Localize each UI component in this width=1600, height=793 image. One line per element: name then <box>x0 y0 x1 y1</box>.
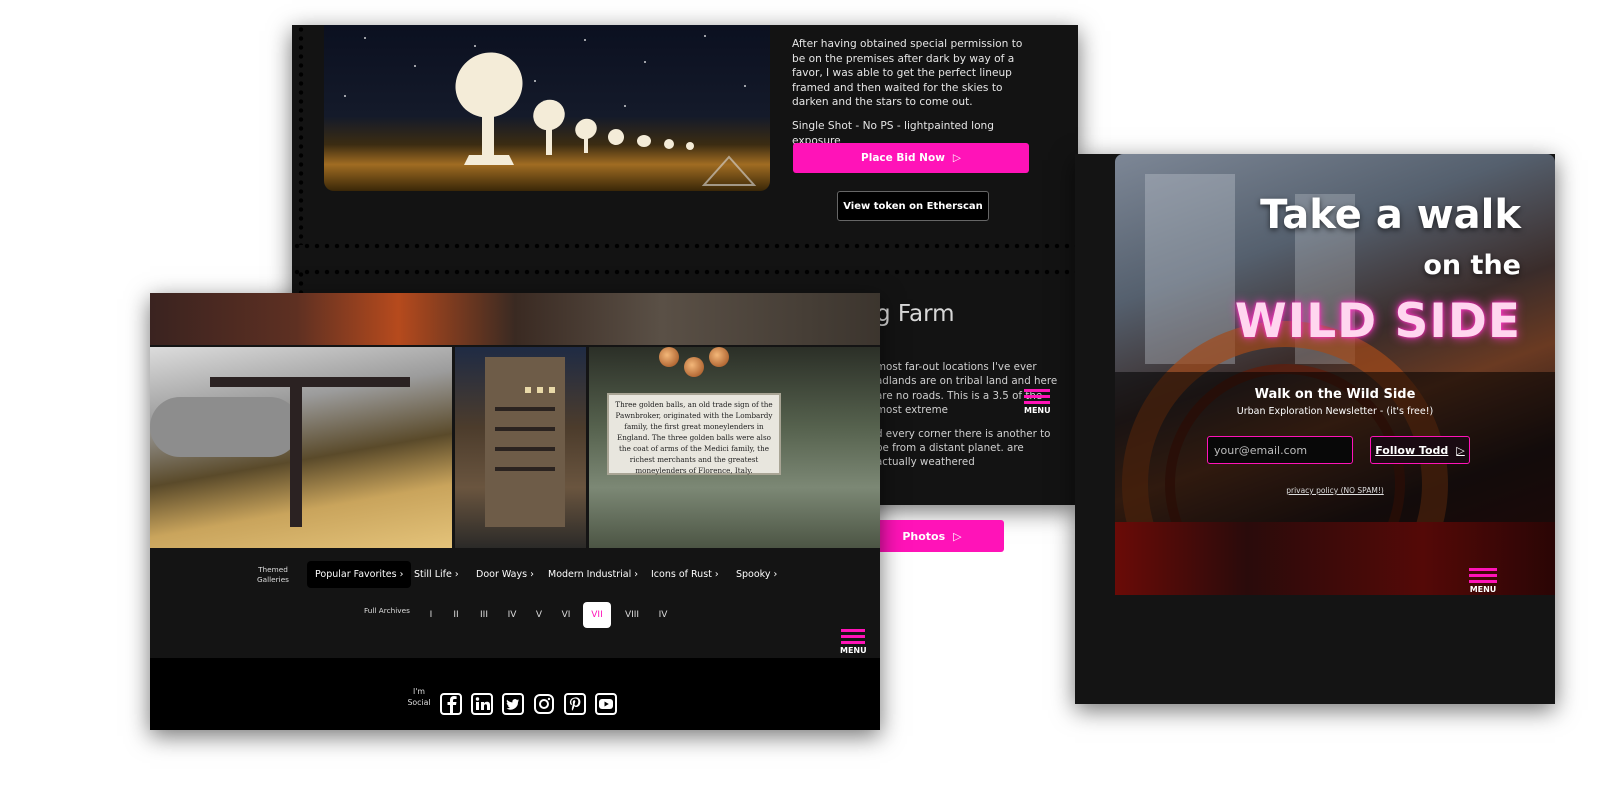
headline-line-1: Take a walk <box>1260 192 1521 238</box>
film-perforation-row <box>292 243 1078 249</box>
linkedin-icon[interactable] <box>471 693 493 715</box>
place-bid-button[interactable]: Place Bid Now ▷ <box>793 143 1029 173</box>
headline-line-3: WILD SIDE <box>1234 294 1521 349</box>
gallery-icons-of-rust[interactable]: Icons of Rust › <box>643 561 727 588</box>
hamburger-icon <box>1469 568 1497 586</box>
description-paragraph: After having obtained special permission… <box>792 38 1023 109</box>
building-photo[interactable] <box>455 347 586 548</box>
menu-button[interactable]: MENU <box>1024 389 1051 415</box>
place-bid-label: Place Bid Now <box>861 152 945 164</box>
archive-page-7[interactable]: VII <box>583 602 611 628</box>
golden-ball <box>684 357 704 377</box>
newsletter-subtitle: Urban Exploration Newsletter - (it's fre… <box>1236 406 1434 417</box>
hamburger-icon <box>841 629 866 647</box>
wild-side-hero: Take a walk on the WILD SIDE Walk on the… <box>1115 154 1555 595</box>
radio-dishes <box>455 52 757 186</box>
privacy-link[interactable]: privacy policy (NO SPAM!) <box>1115 486 1555 495</box>
building-shape <box>485 357 565 527</box>
archive-page-3[interactable]: III <box>472 602 496 628</box>
tank-shape <box>150 377 410 527</box>
gallery-door-ways[interactable]: Door Ways › <box>468 561 542 588</box>
themed-label-line: Themed <box>258 565 288 574</box>
golden-ball <box>659 347 679 367</box>
play-arrow-icon: ▷ <box>952 152 961 164</box>
email-field[interactable]: your@email.com <box>1207 436 1353 464</box>
menu-button[interactable]: MENU <box>1469 568 1497 594</box>
social-label-line: Social <box>407 698 431 707</box>
radio-telescope-photo <box>324 25 770 191</box>
pawnbroker-sign-photo[interactable]: Three golden balls, an old trade sign of… <box>589 347 880 548</box>
play-arrow-icon: ▷ <box>1456 443 1465 457</box>
social-label-line: I'm <box>412 687 426 696</box>
farm-section-title: g Farm <box>876 301 955 327</box>
farm-description: most far-out locations I've ever adlands… <box>876 360 1066 479</box>
play-arrow-icon: ▷ <box>953 529 962 543</box>
follow-button[interactable]: Follow Todd ▷ <box>1370 436 1470 464</box>
headline-line-2: on the <box>1423 250 1521 281</box>
film-perforation <box>298 25 304 245</box>
menu-label: MENU <box>840 646 867 655</box>
archive-page-6[interactable]: VI <box>554 602 578 628</box>
gallery-still-life[interactable]: Still Life › <box>406 561 467 588</box>
galleries-window: Three golden balls, an old trade sign of… <box>150 293 880 730</box>
auction-description: After having obtained special permission… <box>792 37 1028 157</box>
instagram-icon[interactable] <box>533 693 555 715</box>
newsletter-window: Take a walk on the WILD SIDE Walk on the… <box>1075 154 1555 704</box>
themed-galleries-label: Themed Galleries <box>253 565 293 585</box>
farm-paragraph: d every corner there is another to be fr… <box>876 427 1051 469</box>
social-label: I'm Social <box>406 686 432 708</box>
social-footer: I'm Social <box>150 658 880 730</box>
pinterest-icon[interactable] <box>564 693 586 715</box>
gallery-popular-favorites[interactable]: Popular Favorites › <box>307 561 412 588</box>
twitter-icon[interactable] <box>502 693 524 715</box>
film-perforation-row <box>292 269 1078 275</box>
facebook-icon[interactable] <box>440 693 462 715</box>
themed-galleries-nav: Themed Galleries Popular Favorites › Sti… <box>150 561 880 591</box>
grass-tank-photo[interactable] <box>150 347 452 548</box>
archive-page-1[interactable]: I <box>421 602 441 628</box>
view-photos-button[interactable]: Photos ▷ <box>860 520 1004 552</box>
hamburger-icon <box>1024 389 1051 407</box>
archive-page-9[interactable]: IV <box>651 602 675 628</box>
menu-label: MENU <box>1469 585 1497 594</box>
gallery-spooky[interactable]: Spooky › <box>728 561 785 588</box>
themed-label-line: Galleries <box>257 575 289 584</box>
archive-page-8[interactable]: VIII <box>617 602 647 628</box>
archive-page-5[interactable]: V <box>528 602 550 628</box>
gallery-strip-image <box>150 293 880 345</box>
menu-button[interactable]: MENU <box>840 629 867 655</box>
archive-page-2[interactable]: II <box>446 602 466 628</box>
golden-ball <box>709 347 729 367</box>
photos-label: Photos <box>902 529 946 543</box>
newsletter-title: Walk on the Wild Side <box>1254 387 1416 402</box>
archive-page-4[interactable]: IV <box>500 602 524 628</box>
gallery-modern-industrial[interactable]: Modern Industrial › <box>540 561 646 588</box>
view-etherscan-button[interactable]: View token on Etherscan <box>837 191 989 221</box>
full-archives-label: Full Archives <box>364 606 410 615</box>
pawnbroker-sign: Three golden balls, an old trade sign of… <box>607 393 781 475</box>
follow-label: Follow Todd <box>1375 443 1449 457</box>
menu-label: MENU <box>1024 406 1051 415</box>
youtube-icon[interactable] <box>595 693 617 715</box>
